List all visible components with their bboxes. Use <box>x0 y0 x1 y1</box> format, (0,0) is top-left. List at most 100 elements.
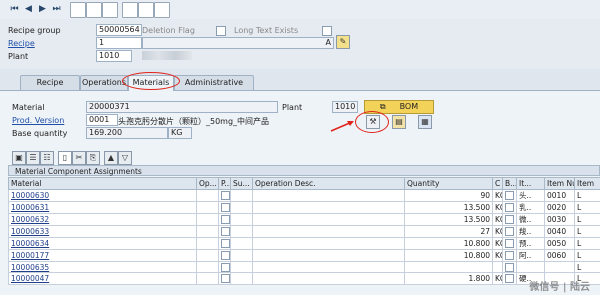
phase-checkbox[interactable] <box>221 203 230 213</box>
tab-administrative-data[interactable]: Administrative Data <box>174 75 254 101</box>
table-row[interactable]: 10000633 27KG 羧..0040L <box>8 225 600 238</box>
cell-b[interactable] <box>502 261 517 273</box>
assign-icon[interactable] <box>122 2 138 18</box>
phase-checkbox[interactable] <box>221 262 230 272</box>
phase-checkbox[interactable] <box>221 227 230 237</box>
table-row[interactable]: 10000047 1.800KG硬..L <box>8 272 600 285</box>
base-quantity-field[interactable]: 169.200 <box>86 127 168 139</box>
table-row[interactable]: 10000632 13.500KG 微..0030L <box>8 213 600 226</box>
col-header-item-number[interactable]: Item Nu... <box>544 177 575 190</box>
b-checkbox[interactable] <box>505 251 514 261</box>
cell-material[interactable]: 10000177 <box>8 249 197 262</box>
recipe-field[interactable]: 1 <box>96 37 142 49</box>
cell-b[interactable] <box>502 237 517 250</box>
bom-plant-field[interactable]: 1010 <box>332 101 358 113</box>
b-checkbox[interactable] <box>505 239 514 249</box>
col-header-operation-desc[interactable]: Operation Desc. <box>252 177 405 190</box>
cell-op[interactable] <box>196 237 219 250</box>
filter-icon[interactable]: ▽ <box>118 151 132 165</box>
cell-quantity[interactable]: 13.500 <box>404 201 493 214</box>
b-checkbox[interactable] <box>505 262 514 272</box>
recipe-description-field[interactable]: A <box>142 37 334 49</box>
phase-checkbox[interactable] <box>221 239 230 249</box>
cut-icon[interactable] <box>138 2 154 18</box>
b-checkbox[interactable] <box>505 191 514 201</box>
deselect-all-icon[interactable]: ☷ <box>40 151 54 165</box>
cell-material[interactable]: 10000633 <box>8 225 197 238</box>
cell-op[interactable] <box>196 225 219 238</box>
cell-b[interactable] <box>502 189 517 202</box>
col-header-c[interactable]: C <box>492 177 503 190</box>
cell-sub[interactable] <box>230 201 253 214</box>
cell-phase[interactable] <box>218 201 231 214</box>
cut-row-icon[interactable]: ✂ <box>72 151 86 165</box>
tab-recipe-header[interactable]: Recipe Header <box>20 75 80 101</box>
col-header-item-category[interactable]: Item <box>574 177 600 190</box>
cell-material[interactable]: 10000632 <box>8 213 197 226</box>
col-header-quantity[interactable]: Quantity <box>404 177 493 190</box>
base-quantity-unit[interactable]: KG <box>168 127 192 139</box>
table-settings-icon[interactable]: ▦ <box>418 115 432 129</box>
cell-b[interactable] <box>502 213 517 226</box>
prod-version-label[interactable]: Prod. Version <box>12 116 64 125</box>
cell-b[interactable] <box>502 272 517 285</box>
cell-phase[interactable] <box>218 225 231 238</box>
cell-quantity[interactable]: 1.800 <box>404 272 493 285</box>
first-page-icon[interactable]: ⏮ <box>8 3 21 16</box>
tab-operations[interactable]: Operations <box>80 75 128 90</box>
cell-quantity[interactable]: 90 <box>404 189 493 202</box>
select-all-icon[interactable]: ☰ <box>26 151 40 165</box>
cell-sub[interactable] <box>230 225 253 238</box>
details-icon[interactable]: ▣ <box>12 151 26 165</box>
table-row[interactable]: 10000634 10.800KG 预..0050L <box>8 237 600 250</box>
phase-checkbox[interactable] <box>221 274 230 284</box>
cell-op[interactable] <box>196 201 219 214</box>
last-page-icon[interactable]: ⏭ <box>50 3 63 16</box>
cell-material[interactable]: 10000631 <box>8 201 197 214</box>
prod-version-field[interactable]: 0001 <box>86 114 118 126</box>
cell-sub[interactable] <box>230 261 253 273</box>
col-header-material[interactable]: Material <box>8 177 197 190</box>
cell-phase[interactable] <box>218 261 231 273</box>
cell-phase[interactable] <box>218 249 231 262</box>
cell-op[interactable] <box>196 189 219 202</box>
cell-op[interactable] <box>196 213 219 226</box>
cell-phase[interactable] <box>218 272 231 285</box>
cell-sub[interactable] <box>230 249 253 262</box>
cell-quantity[interactable]: 10.800 <box>404 249 493 262</box>
recipe-label[interactable]: Recipe <box>8 39 35 48</box>
b-checkbox[interactable] <box>505 274 514 284</box>
cell-sub[interactable] <box>230 237 253 250</box>
cell-op[interactable] <box>196 272 219 285</box>
b-checkbox[interactable] <box>505 215 514 225</box>
cell-b[interactable] <box>502 225 517 238</box>
cell-sub[interactable] <box>230 213 253 226</box>
cell-material[interactable]: 10000630 <box>8 189 197 202</box>
phase-checkbox[interactable] <box>221 251 230 261</box>
copy-row-icon[interactable]: ⎘ <box>86 151 100 165</box>
material-field[interactable]: 20000371 <box>86 101 278 113</box>
cell-material[interactable]: 10000634 <box>8 237 197 250</box>
cell-phase[interactable] <box>218 189 231 202</box>
cell-op[interactable] <box>196 261 219 273</box>
deletion-flag-checkbox[interactable] <box>216 26 226 36</box>
display-icon[interactable] <box>102 2 118 18</box>
col-header-b[interactable]: B... <box>502 177 517 190</box>
edit-pencil-icon[interactable]: ✎ <box>336 35 350 49</box>
col-header-item-text[interactable]: It... <box>516 177 545 190</box>
table-row[interactable]: 10000177 10.800KG 阿..0060L <box>8 249 600 262</box>
recipe-group-field[interactable]: 50000564 <box>96 24 142 36</box>
cell-quantity[interactable]: 13.500 <box>404 213 493 226</box>
cell-phase[interactable] <box>218 213 231 226</box>
copy-icon[interactable] <box>86 2 102 18</box>
plant-field[interactable]: 1010 <box>96 50 132 62</box>
new-row-icon[interactable]: ▯ <box>58 151 72 165</box>
cell-b[interactable] <box>502 249 517 262</box>
cell-b[interactable] <box>502 201 517 214</box>
table-row[interactable]: 10000630 90KG 头..0010L <box>8 189 600 202</box>
cell-quantity[interactable] <box>404 261 493 273</box>
table-row[interactable]: 10000635 L <box>8 261 600 273</box>
cell-material[interactable]: 10000635 <box>8 261 197 273</box>
new-icon[interactable] <box>70 2 86 18</box>
cell-quantity[interactable]: 10.800 <box>404 237 493 250</box>
